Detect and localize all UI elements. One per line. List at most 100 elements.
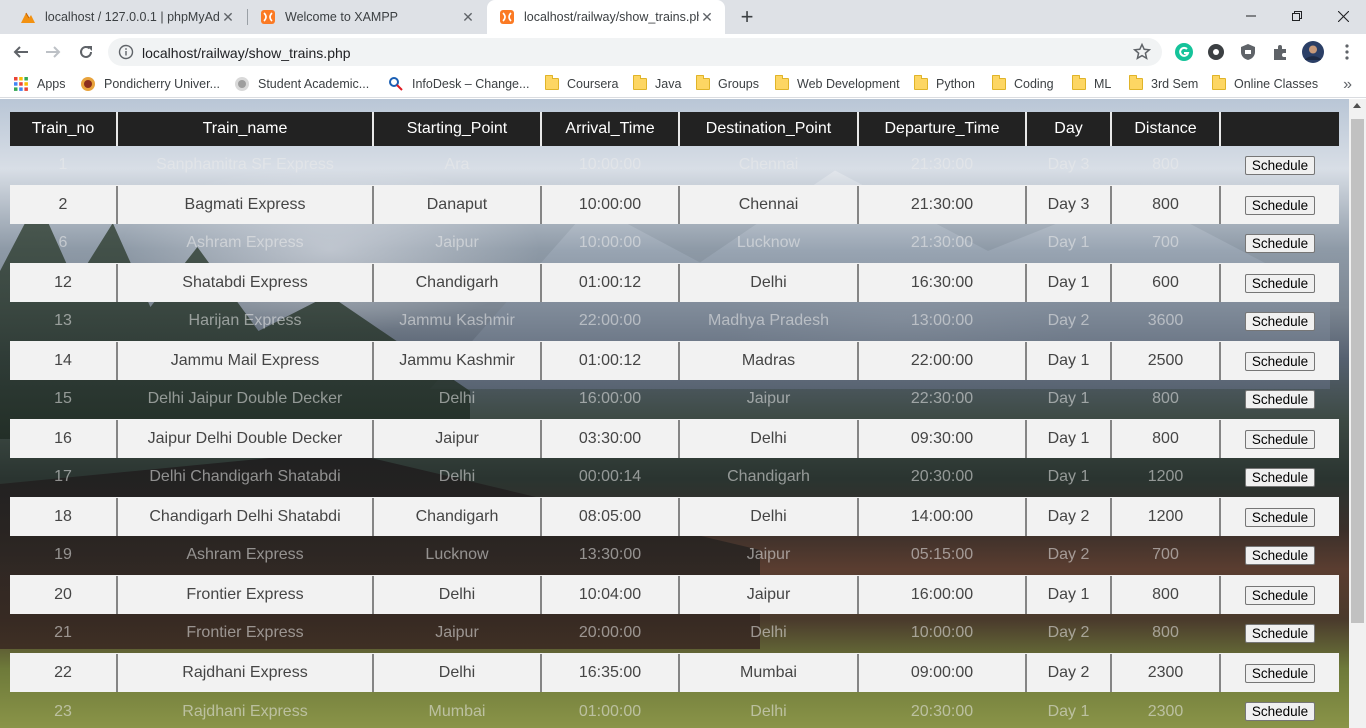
cell-arrival-time: 08:05:00 xyxy=(541,497,680,536)
schedule-button[interactable]: Schedule xyxy=(1244,663,1316,683)
bookmark-folder-python[interactable]: Python xyxy=(913,75,975,93)
scrollbar-thumb[interactable] xyxy=(1351,119,1364,623)
cell-train-no: 15 xyxy=(54,390,72,407)
schedule-button[interactable]: Schedule xyxy=(1244,545,1316,565)
cell-arrival-time: 10:00:00 xyxy=(541,185,680,224)
profile-avatar[interactable] xyxy=(1302,41,1324,63)
bookmark-infodesk[interactable]: InfoDesk – Change... xyxy=(388,75,529,93)
vertical-scrollbar[interactable] xyxy=(1349,99,1366,728)
schedule-button[interactable]: Schedule xyxy=(1244,273,1316,293)
close-tab-icon[interactable]: ✕ xyxy=(220,9,236,25)
more-bookmarks-chevron-icon[interactable]: » xyxy=(1343,76,1352,94)
cell-train-name: Ashram Express xyxy=(186,234,304,251)
grammarly-icon[interactable] xyxy=(1174,42,1194,62)
cell-departure-time: 13:00:00 xyxy=(910,312,974,329)
schedule-button[interactable]: Schedule xyxy=(1244,467,1316,487)
cell-distance: 3600 xyxy=(1147,312,1184,329)
cell-train-no: 20 xyxy=(10,575,118,614)
schedule-button[interactable]: Schedule xyxy=(1244,429,1316,449)
bookmark-label: Coding xyxy=(1014,77,1054,91)
tab-phpmyadmin[interactable]: localhost / 127.0.0.1 | phpMyAdmin ✕ xyxy=(8,0,246,34)
academic-icon xyxy=(235,77,249,91)
schedule-button[interactable]: Schedule xyxy=(1244,195,1316,215)
new-tab-button[interactable]: + xyxy=(733,0,761,34)
cell-train-no: 16 xyxy=(10,419,118,458)
bookmark-apps[interactable]: Apps xyxy=(13,75,66,93)
cell-train-no: 13 xyxy=(54,312,72,329)
bookmark-folder-coding[interactable]: Coding xyxy=(991,75,1054,93)
extension-gear-icon[interactable] xyxy=(1206,42,1226,62)
bookmarks-bar: Apps Pondicherry Univer... Student Acade… xyxy=(0,70,1366,98)
cell-departure-time: 09:00:00 xyxy=(858,653,1027,692)
schedule-button[interactable]: Schedule xyxy=(1244,702,1316,721)
bookmark-folder-ml[interactable]: ML xyxy=(1071,75,1111,93)
cell-departure-time: 14:00:00 xyxy=(858,497,1027,536)
tab-xampp[interactable]: Welcome to XAMPP ✕ xyxy=(248,0,486,34)
cell-departure-time: 20:30:00 xyxy=(910,468,974,485)
schedule-button[interactable]: Schedule xyxy=(1244,623,1316,643)
bookmark-folder-3rd-sem[interactable]: 3rd Sem xyxy=(1128,75,1198,93)
schedule-button[interactable]: Schedule xyxy=(1244,585,1316,605)
address-bar[interactable]: localhost/railway/show_trains.php xyxy=(108,38,1162,66)
browser-toolbar: localhost/railway/show_trains.php xyxy=(0,34,1366,70)
close-tab-icon[interactable]: ✕ xyxy=(699,9,715,25)
bookmark-label: Student Academic... xyxy=(258,77,370,91)
cell-day: Day 2 xyxy=(1047,624,1090,641)
cell-action: Schedule xyxy=(1220,653,1339,692)
site-info-icon[interactable] xyxy=(118,44,134,60)
restore-icon[interactable] xyxy=(1274,0,1320,32)
cell-departure-time: 21:30:00 xyxy=(858,185,1027,224)
close-tab-icon[interactable]: ✕ xyxy=(460,9,476,25)
bookmark-folder-java[interactable]: Java xyxy=(632,75,681,93)
forward-arrow-icon[interactable] xyxy=(38,37,68,67)
back-arrow-icon[interactable] xyxy=(6,37,36,67)
cell-starting-point: Chandigarh xyxy=(373,497,542,536)
schedule-button[interactable]: Schedule xyxy=(1244,311,1316,331)
cell-distance: 2300 xyxy=(1147,702,1184,720)
cell-destination-point: Jaipur xyxy=(746,546,791,563)
cell-distance: 1200 xyxy=(1111,497,1221,536)
schedule-button[interactable]: Schedule xyxy=(1244,351,1316,371)
cell-action: Schedule xyxy=(1220,458,1339,497)
extensions-puzzle-icon[interactable] xyxy=(1270,42,1290,62)
bookmark-folder-groups[interactable]: Groups xyxy=(695,75,759,93)
cell-distance: 2500 xyxy=(1111,341,1221,380)
cell-arrival-time: 03:30:00 xyxy=(541,419,680,458)
bookmark-folder-coursera[interactable]: Coursera xyxy=(544,75,618,93)
bookmark-pondicherry[interactable]: Pondicherry Univer... xyxy=(80,75,220,93)
schedule-button[interactable]: Schedule xyxy=(1244,507,1316,527)
bookmark-label: Web Development xyxy=(797,77,900,91)
cell-action: Schedule xyxy=(1220,341,1339,380)
cell-action: Schedule xyxy=(1220,302,1339,341)
cell-starting-point: Delhi xyxy=(373,575,542,614)
schedule-button[interactable]: Schedule xyxy=(1244,233,1316,253)
cell-destination-point: Madhya Pradesh xyxy=(708,312,829,329)
cell-action: Schedule xyxy=(1220,575,1339,614)
cell-departure-time: 20:30:00 xyxy=(910,702,974,720)
cell-departure-time: 09:30:00 xyxy=(858,419,1027,458)
tab-show-trains[interactable]: localhost/railway/show_trains.php ✕ xyxy=(487,0,725,34)
bookmark-label: ML xyxy=(1094,77,1112,91)
table-row: 23 Rajdhani Express Mumbai 01:00:00 Delhi 20:… xyxy=(10,692,1339,728)
bookmark-folder-online-classes[interactable]: Online Classes xyxy=(1211,75,1318,93)
bookmark-label: Java xyxy=(655,77,682,91)
reload-icon[interactable] xyxy=(71,37,101,67)
shield-extension-icon[interactable] xyxy=(1238,42,1258,62)
cell-departure-time: 05:15:00 xyxy=(910,546,974,563)
bookmark-student-academic[interactable]: Student Academic... xyxy=(234,75,369,93)
cell-action: Schedule xyxy=(1220,497,1339,536)
bookmark-star-icon[interactable] xyxy=(1132,42,1152,62)
column-header-destination-point: Destination_Point xyxy=(679,112,859,146)
cell-train-name: Ashram Express xyxy=(186,546,304,563)
cell-departure-time: 21:30:00 xyxy=(910,156,974,173)
bookmark-folder-web-development[interactable]: Web Development xyxy=(774,75,900,93)
table-row: 16 Jaipur Delhi Double Decker Jaipur 03:30:… xyxy=(10,419,1339,458)
cell-train-no: 21 xyxy=(54,624,72,641)
schedule-button[interactable]: Schedule xyxy=(1244,389,1316,409)
minimize-icon[interactable] xyxy=(1228,0,1274,32)
scroll-up-arrow-icon[interactable] xyxy=(1353,103,1361,108)
cell-day: Day 1 xyxy=(1026,341,1112,380)
close-window-icon[interactable] xyxy=(1320,0,1366,32)
browser-menu-icon[interactable] xyxy=(1332,37,1362,67)
schedule-button[interactable]: Schedule xyxy=(1244,155,1316,175)
